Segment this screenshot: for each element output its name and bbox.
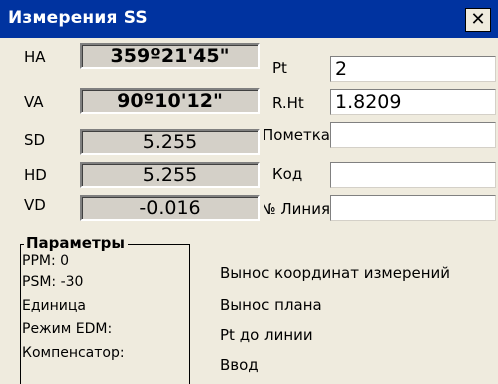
- close-button[interactable]: ✕: [465, 8, 491, 32]
- menu-item-pt-to-line[interactable]: Pt до линии: [220, 326, 313, 344]
- param-compensator: Компенсатор:: [22, 345, 125, 361]
- pt-label: Pt: [272, 59, 287, 77]
- window-title: Измерения SS: [8, 8, 148, 28]
- va-label: VA: [24, 93, 44, 111]
- note-input[interactable]: [330, 122, 496, 148]
- vd-value-display: -0.016: [80, 195, 260, 221]
- param-edm-mode: Режим EDM:: [22, 321, 113, 337]
- hd-value-display: 5.255: [80, 162, 260, 188]
- title-bar: Измерения SS ✕: [0, 0, 498, 38]
- code-input[interactable]: [330, 162, 496, 188]
- note-label: Пометка: [264, 126, 330, 144]
- code-label: Код: [272, 165, 303, 183]
- menu-item-stakeout-coordinates[interactable]: Вынос координат измерений: [220, 264, 450, 282]
- ha-value-display: 359º21'45": [80, 43, 260, 69]
- parameters-title: Параметры: [24, 235, 128, 251]
- va-value-display: 90º10'12": [80, 88, 260, 114]
- pt-input[interactable]: 2: [330, 56, 496, 82]
- menu-item-input[interactable]: Ввод: [220, 356, 259, 374]
- ha-label: HA: [24, 48, 46, 66]
- vd-label: VD: [24, 196, 46, 214]
- hd-label: HD: [24, 166, 47, 184]
- menu-item-stakeout-plan[interactable]: Вынос плана: [220, 296, 322, 314]
- rht-label: R.Ht: [272, 94, 304, 112]
- param-psm: PSM: -30: [22, 274, 84, 290]
- line-number-label: Линия №: [264, 200, 330, 218]
- param-unit: Единица: [22, 298, 86, 314]
- close-icon: ✕: [470, 9, 486, 30]
- rht-input[interactable]: 1.8209: [330, 89, 496, 115]
- sd-value-display: 5.255: [80, 129, 260, 155]
- param-ppm: PPM: 0: [22, 253, 70, 269]
- sd-label: SD: [24, 131, 46, 149]
- line-number-input[interactable]: [330, 195, 496, 221]
